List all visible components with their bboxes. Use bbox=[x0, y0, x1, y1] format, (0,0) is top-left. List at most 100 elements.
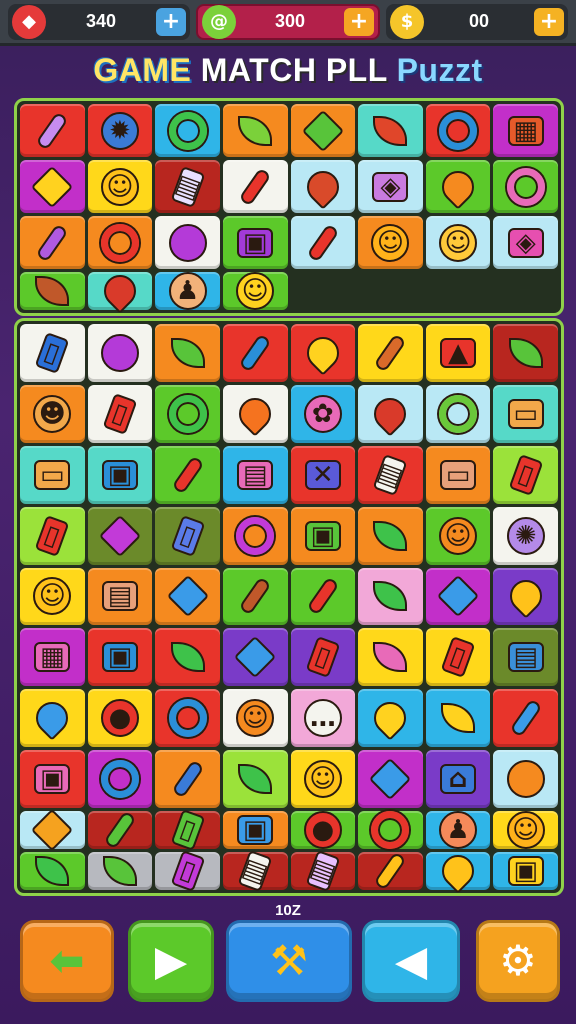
game-tile[interactable]: ☺ bbox=[425, 506, 491, 565]
game-tile[interactable]: ▭ bbox=[425, 445, 491, 504]
game-tile[interactable]: ▭ bbox=[20, 445, 85, 504]
game-tile[interactable]: ▯ bbox=[155, 506, 220, 565]
game-tile[interactable] bbox=[87, 324, 153, 382]
game-tile[interactable] bbox=[155, 384, 220, 443]
game-tile[interactable]: ▦ bbox=[20, 628, 85, 687]
game-tile[interactable] bbox=[358, 811, 423, 849]
game-tile[interactable]: ▯ bbox=[155, 808, 220, 852]
game-tile[interactable]: ▯ bbox=[493, 445, 558, 504]
game-tile[interactable]: ▤ bbox=[155, 160, 220, 213]
game-tile[interactable]: ☻ bbox=[20, 384, 85, 443]
game-tile[interactable] bbox=[222, 628, 288, 687]
game-tile[interactable] bbox=[290, 567, 356, 626]
game-tile[interactable]: ▣ bbox=[20, 750, 85, 808]
game-tile[interactable] bbox=[155, 750, 220, 808]
game-tile[interactable] bbox=[20, 272, 85, 310]
game-tile[interactable] bbox=[155, 628, 220, 687]
game-tile[interactable] bbox=[358, 506, 423, 565]
game-tile[interactable] bbox=[222, 324, 288, 382]
game-tile[interactable] bbox=[493, 160, 558, 213]
game-tile[interactable]: ▦ bbox=[493, 104, 558, 157]
game-tile[interactable] bbox=[425, 384, 491, 443]
game-tile[interactable]: ▤ bbox=[358, 445, 423, 504]
game-tile[interactable] bbox=[425, 104, 491, 157]
game-tile[interactable] bbox=[425, 848, 491, 894]
game-tile[interactable] bbox=[358, 628, 423, 687]
game-tile[interactable]: ✹ bbox=[87, 104, 153, 157]
game-tile[interactable] bbox=[493, 567, 558, 626]
game-tile[interactable]: ☺ bbox=[290, 750, 356, 808]
game-tile[interactable]: ✕ bbox=[290, 445, 356, 504]
game-tile[interactable] bbox=[20, 104, 85, 157]
game-tile[interactable]: ☺ bbox=[20, 567, 85, 626]
game-tile[interactable]: ◈ bbox=[493, 216, 558, 269]
game-tile[interactable] bbox=[358, 750, 423, 808]
game-tile[interactable] bbox=[155, 567, 220, 626]
game-tile[interactable]: ▣ bbox=[87, 628, 153, 687]
game-tile[interactable] bbox=[358, 689, 423, 748]
game-tile[interactable]: ☺ bbox=[358, 216, 423, 269]
game-tile[interactable] bbox=[222, 104, 288, 157]
game-tile[interactable] bbox=[358, 851, 423, 891]
game-tile[interactable] bbox=[493, 324, 558, 382]
game-tile[interactable] bbox=[20, 852, 85, 890]
game-tile[interactable]: ▤ bbox=[222, 445, 288, 504]
game-tile[interactable] bbox=[425, 567, 491, 626]
game-tile[interactable] bbox=[20, 160, 85, 213]
game-tile[interactable]: ▯ bbox=[290, 628, 356, 687]
game-tile[interactable]: ♟ bbox=[155, 272, 220, 310]
game-tile[interactable]: ▯ bbox=[20, 506, 85, 565]
game-tile[interactable] bbox=[290, 160, 356, 213]
game-tile[interactable] bbox=[87, 216, 153, 269]
game-tile[interactable]: ▤ bbox=[493, 628, 558, 687]
game-tile[interactable] bbox=[222, 750, 288, 808]
game-tile[interactable] bbox=[290, 104, 356, 157]
game-tile[interactable]: ☺ bbox=[425, 216, 491, 269]
game-tile[interactable]: ● bbox=[87, 689, 153, 748]
game-tile[interactable]: ▣ bbox=[87, 445, 153, 504]
game-tile[interactable] bbox=[87, 750, 153, 808]
game-tile[interactable]: ▯ bbox=[425, 628, 491, 687]
game-tile[interactable] bbox=[87, 506, 153, 565]
game-tile[interactable] bbox=[358, 104, 423, 157]
game-tile[interactable] bbox=[358, 384, 423, 443]
game-tile[interactable] bbox=[222, 506, 288, 565]
game-tile[interactable]: ▤ bbox=[290, 849, 356, 893]
game-tile[interactable] bbox=[425, 689, 491, 748]
game-tile[interactable] bbox=[87, 852, 153, 890]
game-tile[interactable] bbox=[155, 104, 220, 157]
game-tile[interactable]: ♟ bbox=[425, 811, 491, 849]
game-tile[interactable] bbox=[290, 216, 356, 269]
game-tile[interactable] bbox=[290, 324, 356, 382]
game-tile[interactable] bbox=[20, 216, 85, 269]
game-tile[interactable]: ☺ bbox=[222, 689, 288, 748]
game-tile[interactable]: ▯ bbox=[155, 849, 220, 893]
game-tile[interactable]: ▲ bbox=[425, 324, 491, 382]
game-tile[interactable]: … bbox=[290, 689, 356, 748]
game-tile[interactable]: ▤ bbox=[222, 849, 288, 893]
game-tile[interactable]: ▤ bbox=[87, 567, 153, 626]
game-tile[interactable] bbox=[87, 268, 153, 314]
game-tile[interactable]: ● bbox=[290, 811, 356, 849]
game-tile[interactable] bbox=[20, 689, 85, 748]
back-arrow-button[interactable]: ⬅ bbox=[20, 920, 114, 1002]
game-tile[interactable] bbox=[358, 324, 423, 382]
game-tile[interactable] bbox=[87, 810, 153, 850]
game-tile[interactable] bbox=[222, 384, 288, 443]
game-tile[interactable]: ▯ bbox=[20, 324, 85, 382]
game-tile[interactable]: ▣ bbox=[222, 811, 288, 849]
settings-button[interactable]: ⚙ bbox=[476, 920, 560, 1002]
game-tile[interactable]: ✿ bbox=[290, 384, 356, 443]
game-tile[interactable] bbox=[493, 689, 558, 748]
game-tile[interactable] bbox=[358, 567, 423, 626]
game-tile[interactable] bbox=[222, 160, 288, 213]
game-tile[interactable] bbox=[493, 750, 558, 808]
add-coins-button[interactable]: + bbox=[534, 7, 564, 36]
game-tile[interactable]: ▣ bbox=[290, 506, 356, 565]
game-tile[interactable] bbox=[155, 445, 220, 504]
game-tile[interactable]: ◈ bbox=[358, 160, 423, 213]
game-tile[interactable]: ▯ bbox=[87, 384, 153, 443]
game-tile[interactable] bbox=[425, 160, 491, 213]
game-tile[interactable]: ⌂ bbox=[425, 750, 491, 808]
game-tile[interactable] bbox=[155, 216, 220, 269]
